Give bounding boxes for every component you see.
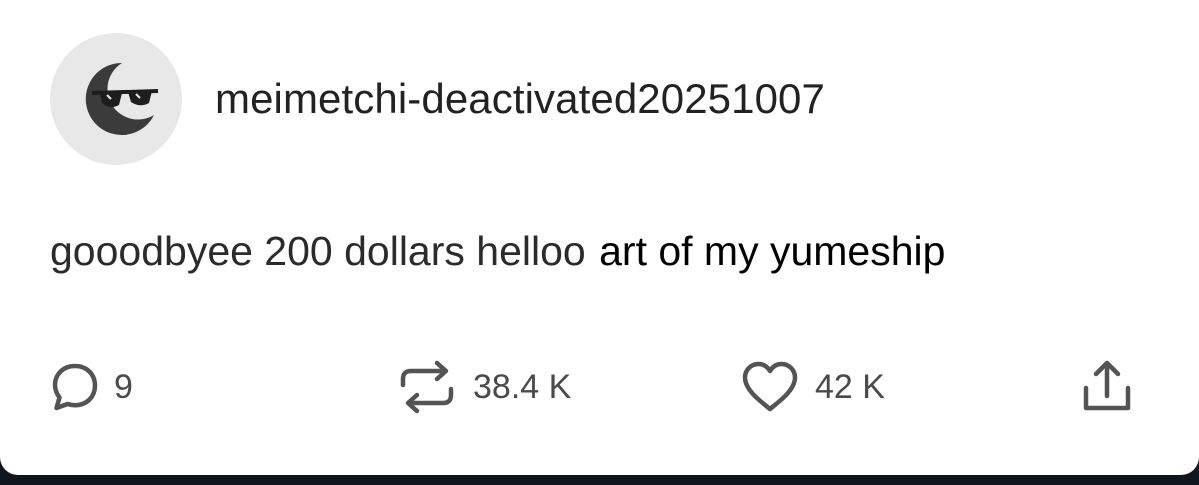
like-count: 42 K [815, 368, 885, 406]
post-header: meimetchi-deactivated20251007 [50, 33, 825, 165]
avatar[interactable] [50, 33, 182, 165]
post-actions-bar: 9 38.4 K 42 K [0, 355, 1199, 419]
reply-count: 9 [114, 368, 133, 406]
post-text-part1: gooodbyee 200 dollars helloo [50, 228, 586, 274]
post-body: gooodbyee 200 dollars helloo art of my y… [50, 228, 946, 274]
post-card: meimetchi-deactivated20251007 gooodbyee … [0, 0, 1199, 485]
reply-button[interactable]: 9 [50, 355, 133, 419]
reblog-count: 38.4 K [473, 368, 572, 406]
post-text-part2: art of my yumeship [599, 228, 946, 274]
reblog-arrows-icon [395, 355, 459, 419]
username[interactable]: meimetchi-deactivated20251007 [215, 78, 825, 120]
reblog-button[interactable]: 38.4 K [395, 355, 571, 419]
heart-icon [739, 359, 801, 415]
card-bottom-edge [0, 435, 1199, 475]
speech-bubble-icon [50, 361, 100, 413]
share-button[interactable] [1076, 355, 1138, 419]
moon-with-sunglasses-icon [70, 53, 162, 145]
screen-frame-edge [0, 435, 1199, 485]
like-button[interactable]: 42 K [739, 355, 885, 419]
share-upload-icon [1076, 356, 1138, 418]
